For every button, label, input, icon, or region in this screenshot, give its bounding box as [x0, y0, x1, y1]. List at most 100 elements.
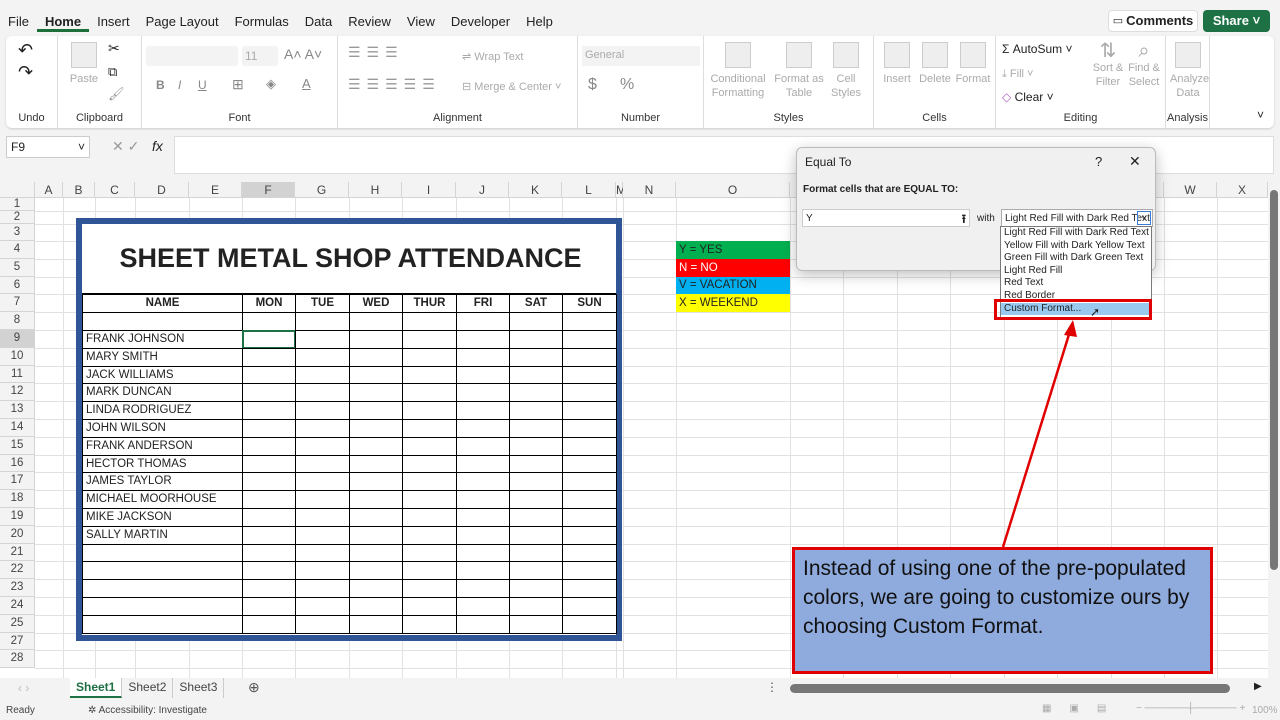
table-cell[interactable] [295, 490, 350, 509]
table-cell[interactable] [295, 419, 350, 438]
format-option[interactable]: Green Fill with Dark Green Text [1001, 252, 1151, 265]
table-cell[interactable] [82, 543, 243, 563]
format-select[interactable]: Light Red Fill with Dark Red Text ˅ [1001, 209, 1153, 227]
table-cell[interactable] [509, 597, 563, 616]
tab-scroll-arrows[interactable]: ‹ › [18, 681, 29, 695]
menu-help[interactable]: Help [518, 12, 561, 32]
insert-cells-button[interactable]: Insert [878, 42, 916, 86]
fill-color-icon[interactable]: ◈ [266, 76, 276, 92]
table-cell[interactable] [349, 436, 403, 456]
table-cell[interactable] [402, 579, 457, 598]
format-option[interactable]: Red Text [1001, 277, 1151, 290]
menu-developer[interactable]: Developer [443, 12, 518, 32]
table-cell[interactable] [349, 472, 403, 492]
table-cell[interactable] [402, 419, 457, 438]
table-cell[interactable] [402, 312, 457, 331]
table-cell[interactable] [242, 525, 296, 545]
table-cell[interactable] [562, 490, 617, 509]
row-header[interactable]: 15 [0, 436, 35, 455]
table-cell[interactable] [562, 543, 617, 563]
cell-styles-button[interactable]: Cell Styles [826, 42, 866, 100]
row-header[interactable]: 14 [0, 419, 35, 437]
table-cell[interactable] [242, 561, 296, 581]
clear-button[interactable]: ◇ Clear ˅ [1002, 90, 1054, 104]
table-cell[interactable] [456, 614, 510, 634]
table-cell[interactable] [509, 614, 563, 634]
split-handle[interactable]: ⋮ [766, 680, 778, 694]
format-option[interactable]: Light Red Fill [1001, 265, 1151, 278]
format-as-table-button[interactable]: Format as Table [774, 42, 824, 100]
row-header[interactable]: 5 [0, 258, 35, 277]
table-cell[interactable] [562, 383, 617, 403]
table-cell[interactable] [349, 330, 403, 349]
active-cell-f9[interactable] [242, 330, 296, 349]
table-cell[interactable] [349, 383, 403, 403]
table-cell[interactable] [349, 419, 403, 438]
table-cell[interactable] [562, 419, 617, 438]
row-header[interactable]: 13 [0, 401, 35, 419]
table-cell[interactable] [456, 454, 510, 474]
table-cell[interactable] [349, 561, 403, 581]
delete-cells-button[interactable]: Delete [916, 42, 954, 86]
find-select-button[interactable]: ⌕ Find & Select [1126, 41, 1162, 89]
table-cell[interactable] [242, 436, 296, 456]
row-header[interactable]: 22 [0, 561, 35, 580]
employee-name[interactable]: FRANK ANDERSON [82, 436, 243, 456]
grow-font-icon[interactable]: A˄ A˅ [284, 46, 322, 62]
table-cell[interactable] [349, 401, 403, 420]
collapse-ribbon-icon[interactable]: ˅ [1257, 108, 1264, 122]
table-cell[interactable] [242, 365, 296, 385]
table-cell[interactable] [562, 472, 617, 492]
row-header[interactable]: 19 [0, 508, 35, 526]
add-sheet-button[interactable]: ⊕ [248, 679, 260, 696]
chevron-down-icon[interactable]: ˅ [1137, 211, 1151, 225]
table-cell[interactable] [562, 508, 617, 527]
table-cell[interactable] [509, 383, 563, 403]
name-box[interactable]: F9 ˅ [6, 136, 90, 158]
table-cell[interactable] [509, 365, 563, 385]
table-cell[interactable] [402, 561, 457, 581]
analyze-data-button[interactable]: Analyze Data [1170, 42, 1209, 100]
table-cell[interactable] [402, 508, 457, 527]
table-cell[interactable] [402, 454, 457, 474]
table-cell[interactable] [402, 614, 457, 634]
table-cell[interactable] [242, 401, 296, 420]
row-header[interactable]: 16 [0, 454, 35, 473]
table-cell[interactable] [295, 330, 350, 349]
table-cell[interactable] [242, 508, 296, 527]
table-cell[interactable] [295, 508, 350, 527]
employee-name[interactable]: SALLY MARTIN [82, 525, 243, 545]
employee-name[interactable]: FRANK JOHNSON [82, 330, 243, 349]
menu-formulas[interactable]: Formulas [227, 12, 297, 32]
table-cell[interactable] [509, 454, 563, 474]
column-header[interactable]: M [616, 182, 626, 198]
row-header[interactable]: 8 [0, 312, 35, 330]
undo-icon[interactable]: ↶ [18, 40, 33, 61]
table-cell[interactable] [562, 525, 617, 545]
comments-button[interactable]: ▭ Comments [1108, 10, 1198, 32]
vertical-scrollbar[interactable] [1268, 182, 1280, 678]
font-color-icon[interactable]: A [302, 76, 311, 91]
table-cell[interactable] [562, 347, 617, 367]
employee-name[interactable]: HECTOR THOMAS [82, 454, 243, 474]
table-cell[interactable] [349, 597, 403, 616]
accessibility-status[interactable]: ✲ Accessibility: Investigate [88, 705, 207, 716]
table-cell[interactable] [242, 454, 296, 474]
table-cell[interactable] [349, 543, 403, 563]
row-header[interactable]: 18 [0, 490, 35, 508]
table-cell[interactable] [295, 614, 350, 634]
table-cell[interactable] [349, 312, 403, 331]
table-cell[interactable] [562, 454, 617, 474]
table-cell[interactable] [82, 312, 243, 331]
table-cell[interactable] [349, 365, 403, 385]
table-cell[interactable] [456, 561, 510, 581]
table-cell[interactable] [509, 347, 563, 367]
table-cell[interactable] [349, 614, 403, 634]
row-header[interactable]: 4 [0, 241, 35, 259]
table-cell[interactable] [402, 347, 457, 367]
employee-name[interactable]: JAMES TAYLOR [82, 472, 243, 492]
menu-data[interactable]: Data [297, 12, 340, 32]
table-cell[interactable] [509, 330, 563, 349]
menu-file[interactable]: File [0, 12, 37, 32]
table-cell[interactable] [456, 579, 510, 598]
